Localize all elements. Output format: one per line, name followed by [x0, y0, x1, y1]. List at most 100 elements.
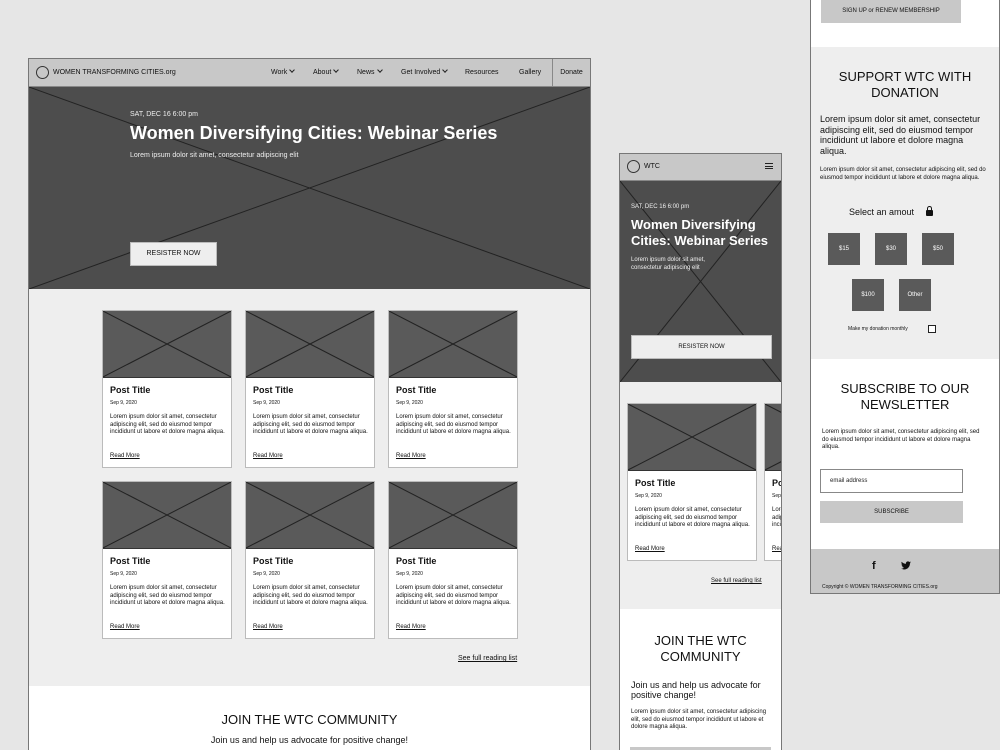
read-more-link[interactable]: Read More [772, 546, 781, 552]
membership-button[interactable]: SIGN UP or RENEW MEMBERSHIP [821, 0, 961, 23]
see-full-reading-list-link[interactable]: See full reading list [711, 578, 762, 584]
join-subtitle: Join us and help us advocate for positiv… [631, 680, 761, 700]
donation-amount-button[interactable]: Other [899, 279, 931, 311]
event-subtitle: Lorem ipsum dolor sit amet, consectetur … [631, 257, 706, 271]
post-title[interactable]: Post Title [396, 385, 436, 395]
see-full-reading-list-link[interactable]: See full reading list [458, 655, 517, 662]
hero-banner: SAT, DEC 16 6:00 pm Women Diversifying C… [620, 181, 781, 382]
desktop-nav-bar: WOMEN TRANSFORMING CITIES.org Work About N… [29, 59, 590, 87]
post-date: Sep 9, 2020 [772, 493, 781, 499]
post-excerpt: Lorem ipsum dolor sit amet, consectetur … [110, 414, 225, 435]
post-card[interactable]: Post Title Sep 9, 2020 Lorem ipsum dolor s… [388, 310, 518, 468]
post-card[interactable]: Post Title Sep 9, 2020 Lorem ipsum dolor s… [245, 481, 375, 639]
post-title[interactable]: Post Title [110, 556, 150, 566]
read-more-link[interactable]: Read More [396, 624, 426, 630]
monthly-donation-checkbox[interactable] [928, 325, 936, 333]
post-card[interactable]: Post Title Sep 9, 2020 Lorem ipsum dolor s… [102, 481, 232, 639]
post-excerpt: Lorem ipsum dolor sit amet, consectetur … [253, 585, 368, 606]
nav-item-label: Resources [465, 69, 499, 76]
post-excerpt: Lorem ipsum dolor sit amet, consectetur … [253, 414, 368, 435]
event-date: SAT, DEC 16 6:00 pm [130, 111, 198, 118]
post-excerpt: Lorem ipsum dolor sit amet, consectetur … [396, 414, 511, 435]
post-card[interactable]: Post Title Sep 9, 2020 Lorem ipsum dolor s… [102, 310, 232, 468]
email-field[interactable]: email address [820, 469, 963, 493]
chevron-down-icon [376, 67, 383, 73]
facebook-icon[interactable]: f [872, 560, 876, 572]
post-date: Sep 9, 2020 [635, 493, 662, 499]
donation-amount-button[interactable]: $100 [852, 279, 884, 311]
post-title[interactable]: Post Title [253, 385, 293, 395]
join-subtitle: Join us and help us advocate for positiv… [210, 735, 409, 745]
register-button[interactable]: RESISTER NOW [130, 242, 217, 266]
post-date: Sep 9, 2020 [110, 400, 137, 406]
nav-item-label: About [313, 69, 332, 76]
post-card[interactable]: Post Title Sep 9, 2020 Lorem ipsum dolor s… [245, 310, 375, 468]
post-image-placeholder [765, 404, 782, 471]
join-body: Lorem ipsum dolor sit amet, consectetur … [631, 709, 767, 730]
select-amount-label: Select an amout [849, 207, 915, 217]
post-card[interactable]: Post Title Sep 9, 2020 Lorem ipsum dolor s… [627, 403, 757, 561]
post-image-placeholder [246, 482, 374, 549]
nav-item-work[interactable]: Work [271, 67, 296, 76]
nav-item-news[interactable]: News [357, 67, 383, 76]
mobile-frame: WTC SAT, DEC 16 6:00 pm Women Diversifyi… [619, 153, 782, 750]
membership-section: SIGN UP or RENEW MEMBERSHIP [811, 0, 999, 47]
post-excerpt: Lorem ipsum dolor sit amet, consectetur … [635, 507, 750, 528]
subscribe-button[interactable]: SUBSCRIBE [820, 501, 963, 523]
post-title[interactable]: Post Title [635, 478, 675, 488]
event-title: Women Diversifying Cities: Webinar Serie… [130, 123, 498, 143]
post-date: Sep 9, 2020 [253, 400, 280, 406]
nav-item-label: Work [271, 69, 288, 76]
post-excerpt: Lorem ipsum dolor sit amet, consectetur … [110, 585, 225, 606]
brand-name[interactable]: WTC [644, 163, 660, 170]
read-more-link[interactable]: Read More [253, 453, 283, 459]
image-placeholder-icon [103, 482, 231, 548]
read-more-link[interactable]: Read More [110, 624, 140, 630]
copyright-text: Copyright © WOMEN TRANSFORMING CITIES.or… [822, 584, 938, 590]
post-card[interactable]: Post Title Sep 9, 2020 Lorem ipsum dolor s… [764, 403, 782, 561]
nav-item-get-involved[interactable]: Get Involved [401, 67, 449, 76]
post-title[interactable]: Post Title [772, 478, 781, 488]
nav-item-label: Get Involved [401, 69, 441, 76]
nav-item-gallery[interactable]: Gallery [519, 69, 541, 76]
post-date: Sep 9, 2020 [396, 400, 423, 406]
nav-item-about[interactable]: About [313, 67, 340, 76]
twitter-icon[interactable] [901, 561, 911, 570]
read-more-link[interactable]: Read More [253, 624, 283, 630]
newsletter-section: SUBSCRIBE TO OUR NEWSLETTER Lorem ipsum … [811, 359, 999, 549]
monthly-donation-label: Make my donation monthly [848, 326, 908, 332]
nav-item-label: Gallery [519, 69, 542, 76]
event-date: SAT, DEC 16 6:00 pm [631, 204, 690, 210]
hero-banner: SAT, DEC 16 6:00 pm Women Diversifying C… [29, 87, 590, 289]
post-card[interactable]: Post Title Sep 9, 2020 Lorem ipsum dolor s… [388, 481, 518, 639]
donation-amount-button[interactable]: $30 [875, 233, 907, 265]
image-placeholder-icon [765, 404, 782, 470]
hamburger-menu-icon[interactable] [765, 163, 773, 169]
mobile-nav-bar: WTC [620, 154, 781, 181]
logo-icon[interactable] [627, 160, 640, 173]
logo-icon[interactable] [36, 66, 49, 79]
read-more-link[interactable]: Read More [110, 453, 140, 459]
donation-amount-button[interactable]: $15 [828, 233, 860, 265]
register-button[interactable]: RESISTER NOW [631, 335, 772, 359]
post-image-placeholder [246, 311, 374, 378]
nav-item-resources[interactable]: Resources [465, 69, 498, 76]
post-title[interactable]: Post Title [110, 385, 150, 395]
brand-name[interactable]: WOMEN TRANSFORMING CITIES.org [53, 69, 176, 76]
footer: f Copyright © WOMEN TRANSFORMING CITIES.… [811, 549, 999, 593]
donate-button[interactable]: Donate [552, 59, 590, 87]
post-title[interactable]: Post Title [253, 556, 293, 566]
post-date: Sep 9, 2020 [110, 571, 137, 577]
join-section: JOIN THE WTC COMMUNITY Join us and help … [620, 609, 781, 750]
donation-amount-button[interactable]: $50 [922, 233, 954, 265]
donation-title: SUPPORT WTC WITH DONATION [838, 69, 972, 100]
event-subtitle: Lorem ipsum dolor sit amet, consectetur … [130, 152, 299, 159]
chevron-down-icon [333, 67, 340, 73]
post-image-placeholder [628, 404, 756, 471]
read-more-link[interactable]: Read More [396, 453, 426, 459]
post-title[interactable]: Post Title [396, 556, 436, 566]
chevron-down-icon [442, 67, 449, 73]
image-placeholder-icon [389, 482, 517, 548]
image-placeholder-icon [389, 311, 517, 377]
read-more-link[interactable]: Read More [635, 546, 665, 552]
